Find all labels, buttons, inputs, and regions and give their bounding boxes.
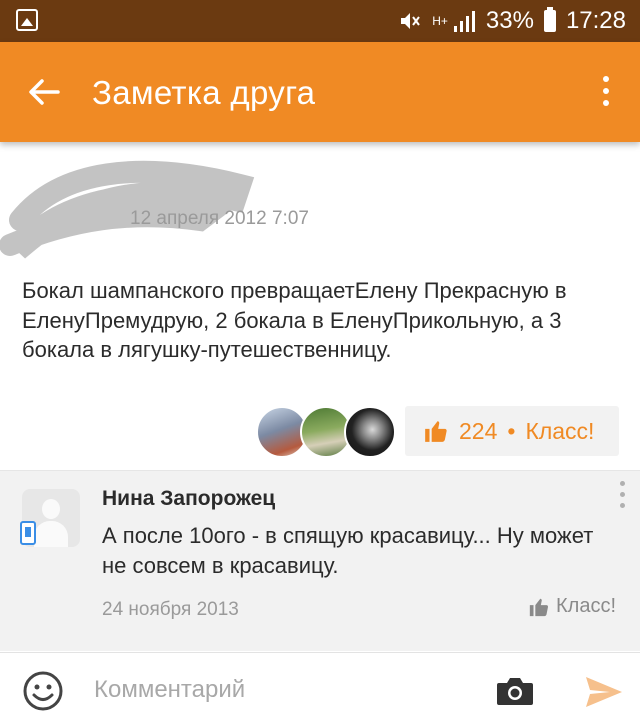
gallery-icon	[16, 9, 38, 31]
klass-label: Класс!	[525, 417, 595, 444]
comment-date: 24 ноября 2013	[102, 599, 239, 620]
status-bar: H+ 33% 17:28	[0, 0, 640, 42]
app-bar: Заметка друга	[0, 42, 640, 142]
camera-icon[interactable]	[495, 675, 535, 707]
mute-icon	[401, 13, 421, 29]
smiley-icon[interactable]	[22, 670, 64, 712]
thumbs-up-icon	[529, 598, 549, 616]
liker-avatars[interactable]	[256, 406, 396, 458]
avatar[interactable]	[344, 406, 396, 458]
send-icon[interactable]	[584, 675, 624, 709]
redacted-author-scribble	[0, 160, 255, 259]
klass-count: 224	[459, 417, 498, 444]
comment-klass-label: Класс!	[556, 595, 616, 617]
overflow-menu-icon[interactable]	[600, 76, 612, 110]
post-text: Бокал шампанского превращаетЕлену Прекра…	[22, 278, 567, 362]
klass-separator: •	[507, 417, 516, 444]
comment-menu-icon[interactable]	[618, 481, 626, 517]
clock: 17:28	[565, 7, 626, 34]
comment-klass-button[interactable]: Класс!	[528, 595, 616, 618]
signal-icon	[453, 11, 475, 32]
battery-percent: 33%	[485, 7, 534, 34]
page-title: Заметка друга	[92, 74, 316, 111]
post-date: 12 апреля 2012 7:07	[130, 208, 309, 229]
comment-item: Нина Запорожец А после 10ого - в спящую …	[0, 470, 640, 651]
battery-icon	[543, 7, 556, 32]
comment-text: А после 10ого - в спящую красавицу... Ну…	[102, 523, 594, 578]
mobile-badge-icon	[20, 521, 36, 545]
klass-button[interactable]: 224 • Класс!	[405, 406, 619, 456]
comment-author[interactable]: Нина Запорожец	[102, 487, 275, 511]
status-icons: H+ 33% 17:28	[398, 0, 626, 42]
network-type: H+	[432, 14, 448, 28]
back-arrow-icon[interactable]	[24, 72, 64, 112]
comment-input[interactable]	[92, 667, 476, 713]
comment-input-bar	[0, 652, 640, 725]
thumbs-up-icon	[425, 421, 447, 442]
